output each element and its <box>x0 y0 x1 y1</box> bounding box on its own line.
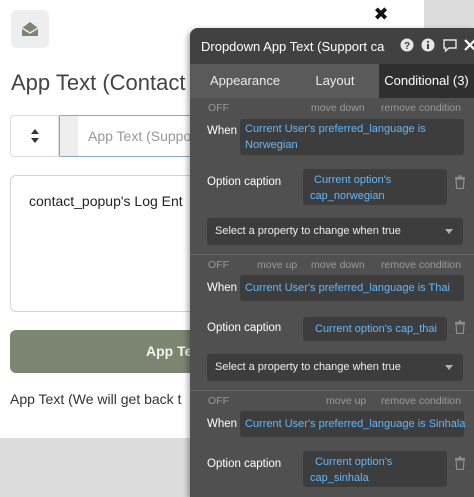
condition-2-when-label: When <box>207 282 238 294</box>
condition-2-property-select[interactable]: Select a property to change when true <box>207 354 463 381</box>
condition-3-trash-icon[interactable] <box>454 456 466 470</box>
condition-1-trash-icon[interactable] <box>454 175 466 189</box>
submit-button-label: App Te <box>146 343 193 359</box>
condition-divider <box>190 390 474 391</box>
footer-text: App Text (We will get back t <box>10 391 182 407</box>
condition-2-option-expression[interactable]: Current option's cap_thai <box>303 317 447 341</box>
condition-3-option-line1: Current option's <box>315 456 393 468</box>
condition-1-option-label: Option caption <box>207 176 282 188</box>
condition-1-when-line1: Current User's preferred_language is <box>245 123 426 135</box>
log-entry-text: contact_popup's Log Ent <box>29 193 183 209</box>
condition-1-move-down[interactable]: move down <box>311 102 365 114</box>
envelope-icon-box <box>11 10 49 48</box>
condition-2-remove[interactable]: remove condition <box>381 259 461 271</box>
condition-3-when-line1: Current User's preferred_language is Sin… <box>245 418 466 430</box>
sort-arrows-icon <box>11 116 59 156</box>
condition-2-off-toggle[interactable]: OFF <box>208 259 229 271</box>
panel-tabs: Appearance Layout Conditional (3) <box>190 64 474 98</box>
tab-layout[interactable]: Layout <box>300 64 370 98</box>
condition-2-move-down[interactable]: move down <box>311 259 365 271</box>
condition-divider <box>190 254 474 255</box>
property-editor-panel: Dropdown App Text (Support ca ? Appearan… <box>190 28 474 497</box>
condition-2-when-expression[interactable]: Current User's preferred_language is Tha… <box>240 275 464 301</box>
chevron-down-icon <box>445 229 453 234</box>
condition-3-off-toggle[interactable]: OFF <box>208 395 229 407</box>
dropdown-field-bar <box>60 116 78 156</box>
condition-3-when-label: When <box>207 418 238 430</box>
popup-close-icon[interactable]: ✖ <box>372 4 390 26</box>
condition-1-remove[interactable]: remove condition <box>381 102 461 114</box>
tab-conditional[interactable]: Conditional (3) <box>379 64 474 98</box>
condition-2-select-placeholder: Select a property to change when true <box>215 361 401 373</box>
condition-2-move-up[interactable]: move up <box>257 259 297 271</box>
tab-appearance[interactable]: Appearance <box>190 64 300 98</box>
chevron-down-icon <box>445 365 453 370</box>
info-icon[interactable] <box>421 38 435 52</box>
comment-icon[interactable] <box>442 38 458 52</box>
condition-1-when-label: When <box>207 125 238 137</box>
condition-3-option-expression[interactable]: Current option's cap_sinhala <box>303 451 447 487</box>
condition-2-when-line1: Current User's preferred_language is Tha… <box>245 282 450 294</box>
condition-1-select-placeholder: Select a property to change when true <box>215 225 401 237</box>
condition-3-option-label: Option caption <box>207 458 282 470</box>
condition-1-option-line2: cap_norwegian <box>310 190 385 202</box>
popup-heading: App Text (Contact <box>11 70 186 95</box>
condition-1-option-expression[interactable]: Current option's cap_norwegian <box>303 169 447 205</box>
condition-2-trash-icon[interactable] <box>454 320 466 334</box>
condition-3-actions: OFF move up remove condition <box>190 395 474 409</box>
condition-1-option-line1: Current option's <box>314 174 392 186</box>
condition-2-option-label: Option caption <box>207 322 282 334</box>
condition-3-when-expression[interactable]: Current User's preferred_language is Sin… <box>240 411 466 437</box>
condition-1-actions: OFF move down remove condition <box>190 102 474 116</box>
panel-title: Dropdown App Text (Support ca <box>201 39 385 54</box>
svg-text:?: ? <box>404 41 410 52</box>
condition-3-option-line2: cap_sinhala <box>310 472 369 484</box>
condition-1-when-expression[interactable]: Current User's preferred_language is Nor… <box>240 119 464 155</box>
condition-1-when-line2: Norwegian <box>245 139 298 151</box>
dropdown-value: App Text (Suppor <box>88 128 196 144</box>
condition-1-off-toggle[interactable]: OFF <box>208 102 229 114</box>
condition-3-remove[interactable]: remove condition <box>381 395 461 407</box>
condition-1-property-select[interactable]: Select a property to change when true <box>207 218 463 245</box>
envelope-icon <box>21 22 39 36</box>
condition-2-actions: OFF move up move down remove condition <box>190 259 474 273</box>
condition-3-move-up[interactable]: move up <box>326 395 366 407</box>
close-icon[interactable] <box>463 38 474 52</box>
help-icon[interactable]: ? <box>400 38 414 52</box>
condition-2-option-line1: Current option's cap_thai <box>315 323 437 335</box>
panel-header[interactable]: Dropdown App Text (Support ca ? <box>190 28 474 64</box>
